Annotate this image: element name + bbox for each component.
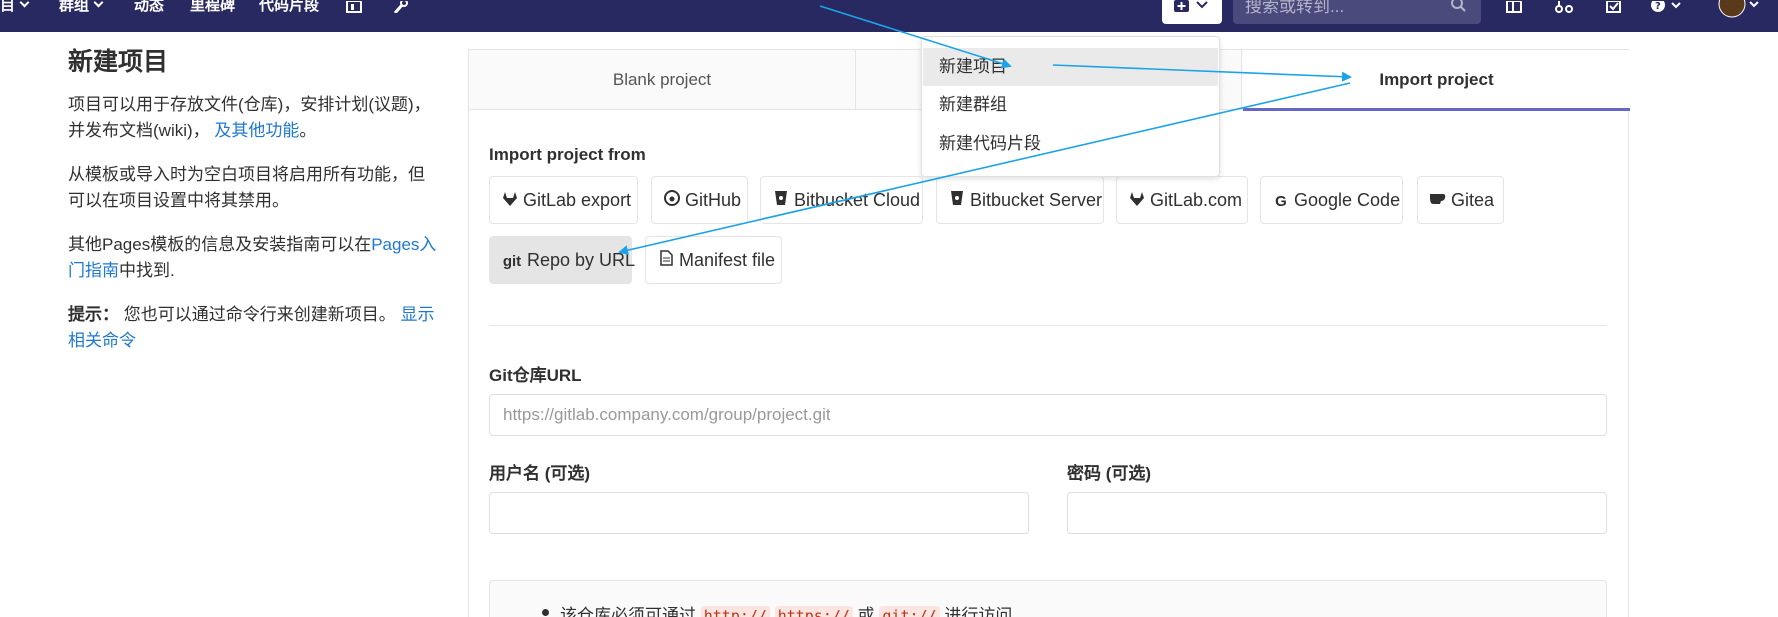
arrow-to-repo-by-url: [618, 82, 1351, 256]
arrow-to-new-project: [819, 5, 1012, 69]
annotation-arrows: [618, 5, 1352, 256]
arrow-to-import-tab: [1052, 64, 1352, 82]
